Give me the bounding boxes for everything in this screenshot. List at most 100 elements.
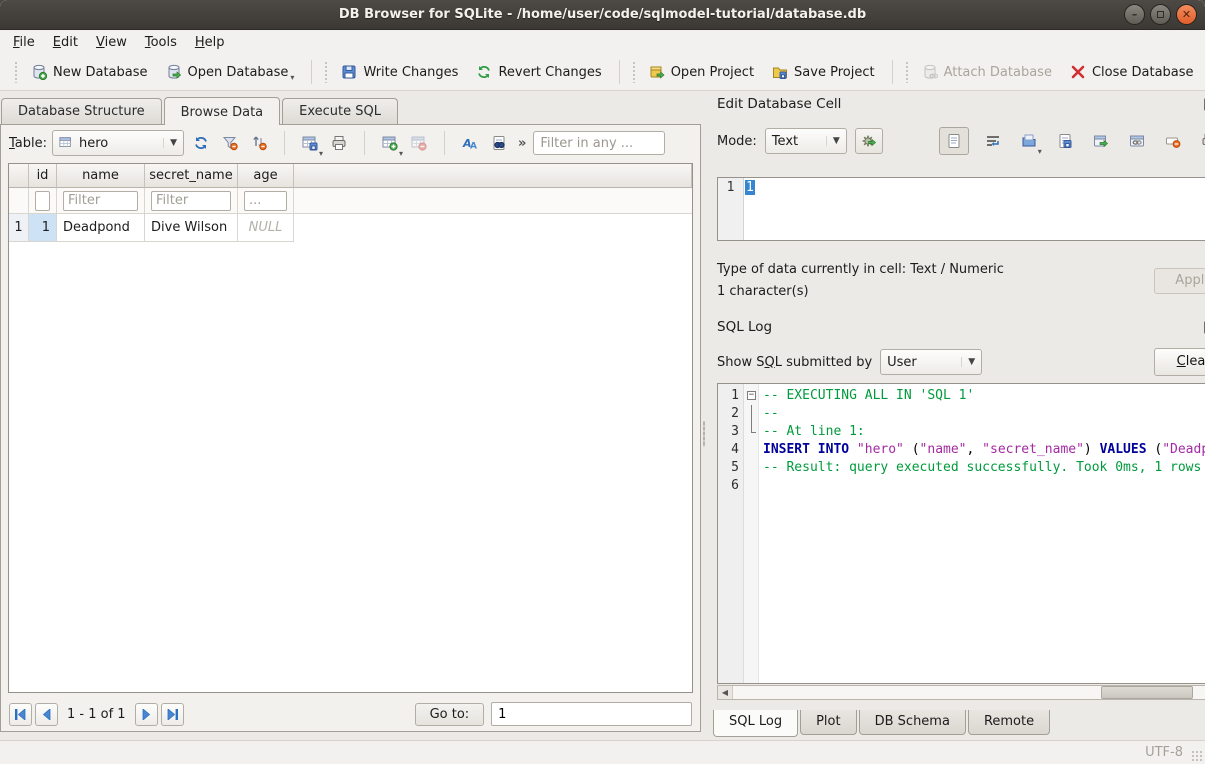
column-header-id[interactable]: id [29,164,57,188]
pane-splitter[interactable] [701,91,707,740]
apply-button[interactable]: Apply [1154,268,1205,294]
close-icon[interactable]: ✕ [1176,4,1197,25]
clear-log-button[interactable]: Clear [1154,348,1205,376]
chevron-double-right-icon[interactable]: » [516,136,528,151]
dock-tab-plot[interactable]: Plot [800,710,857,735]
fold-line-icon [751,405,752,423]
last-record-icon[interactable] [161,703,184,726]
first-record-icon[interactable] [9,703,32,726]
sql-log-editor[interactable]: 123456 − -- EXECUTING ALL IN 'SQL 1'----… [717,383,1205,684]
column-filter-input-age[interactable] [244,191,287,211]
column-header-age[interactable]: age [238,164,294,188]
horizontal-scrollbar[interactable]: ◀ ▶ [717,685,1205,700]
print-icon[interactable] [327,131,351,155]
menu-tools[interactable]: Tools [136,33,186,52]
print-icon[interactable] [1197,129,1205,153]
column-filter-input-secret_name[interactable] [151,191,231,211]
font-icon[interactable]: AA [458,131,482,155]
revert-changes-button[interactable]: Revert Changes [467,59,610,85]
toolbar-button-label: Open Database [188,65,289,80]
new-database-button[interactable]: New Database [22,59,157,85]
menu-view[interactable]: View [87,33,136,52]
open-project-icon [649,64,665,80]
word-wrap-icon[interactable] [981,129,1005,153]
log-line-number: 5 [718,459,739,477]
sql-log-filter-label: Show SQL submitted by [717,355,872,370]
save-table-icon[interactable]: ▾ [298,131,322,155]
mode-select-value: Text [772,134,798,149]
cell-size-info: 1 character(s) [717,281,1004,303]
export-icon[interactable] [1089,129,1113,153]
column-header-secret_name[interactable]: secret_name [145,164,238,188]
next-record-icon[interactable] [135,703,158,726]
toolbar-grip [324,61,328,83]
save-file-icon[interactable] [1053,129,1077,153]
menu-help[interactable]: Help [186,33,234,52]
global-filter-input[interactable] [533,131,665,155]
scrollbar-thumb[interactable] [1101,686,1193,699]
open-database-button[interactable]: Open Database▾ [157,59,304,85]
sql-source-select[interactable]: User ▼ [880,349,982,375]
link-icon[interactable] [1125,129,1149,153]
chevron-down-icon[interactable]: ▾ [319,149,323,158]
goto-button[interactable]: Go to: [415,703,485,726]
data-cell-id[interactable]: 1 [29,214,57,242]
chevron-down-icon[interactable]: ▾ [1038,147,1042,156]
attach-database-button: Attach Database [913,59,1061,85]
find-icon[interactable] [487,131,511,155]
open-project-button[interactable]: Open Project [640,59,763,85]
data-cell-age[interactable]: NULL [238,214,294,242]
clear-filters-icon[interactable] [218,131,242,155]
resize-grip-icon[interactable] [1191,750,1203,762]
log-line: -- [763,405,1205,423]
column-filter-input-id[interactable] [35,191,50,211]
chevron-down-icon[interactable]: ▾ [290,73,294,82]
apply-format-icon[interactable] [855,128,883,154]
chevron-down-icon[interactable]: ▾ [399,149,403,158]
menu-edit[interactable]: Edit [44,33,87,52]
cell-editor[interactable]: 1 1 [717,177,1205,241]
minimize-icon[interactable]: – [1124,4,1145,25]
column-filter-input-name[interactable] [63,191,138,211]
clear-sorting-icon[interactable] [247,131,271,155]
set-null-icon[interactable] [1161,129,1185,153]
dock-area: Edit Database Cell ✕ Mode: Text ▼ ▾ 1 1 [707,91,1205,740]
fold-marker[interactable]: − [744,387,758,405]
dock-tab-remote[interactable]: Remote [968,710,1050,735]
scroll-left-icon[interactable]: ◀ [718,686,733,699]
delete-record-icon[interactable] [407,131,431,155]
table-select[interactable]: hero ▼ [52,130,184,156]
open-database-icon [166,64,182,80]
menu-file[interactable]: File [4,33,44,52]
tab-execute-sql[interactable]: Execute SQL [282,98,398,124]
browse-data-content: Table: hero ▼ ▾▾AA » idnamesecret_nameag… [0,124,701,732]
mode-select[interactable]: Text ▼ [765,128,847,154]
dock-tab-sql-log[interactable]: SQL Log [713,710,798,737]
close-database-button[interactable]: Close Database [1061,59,1203,85]
refresh-icon[interactable] [189,131,213,155]
maximize-icon[interactable] [1150,4,1171,25]
sql-log-fold-margin[interactable]: − [744,384,759,683]
dock-tab-db-schema[interactable]: DB Schema [859,710,966,735]
main-toolbar: New DatabaseOpen Database▾Write ChangesR… [0,54,1205,91]
toolbar-button-label: Close Database [1092,65,1194,80]
scrollbar-track[interactable] [733,686,1205,699]
tab-browse-data[interactable]: Browse Data [164,97,281,125]
document-icon[interactable] [939,127,969,155]
goto-input[interactable] [491,702,692,726]
open-file-icon[interactable]: ▾ [1017,129,1041,153]
column-header-name[interactable]: name [57,164,145,188]
data-cell-secret_name[interactable]: Dive Wilson [145,214,238,242]
toolbar-separator [284,131,285,155]
collapse-icon[interactable]: − [747,391,756,400]
write-changes-button[interactable]: Write Changes [332,59,467,85]
save-project-button[interactable]: Save Project [763,59,884,85]
log-line-number: 3 [718,423,739,441]
insert-record-icon[interactable]: ▾ [378,131,402,155]
log-line-number: 1 [718,387,739,405]
tab-database-structure[interactable]: Database Structure [1,98,162,124]
previous-record-icon[interactable] [35,703,58,726]
data-cell-name[interactable]: Deadpond [57,214,145,242]
record-count-label: 1 - 1 of 1 [61,707,132,722]
row-number-cell[interactable]: 1 [9,214,29,242]
